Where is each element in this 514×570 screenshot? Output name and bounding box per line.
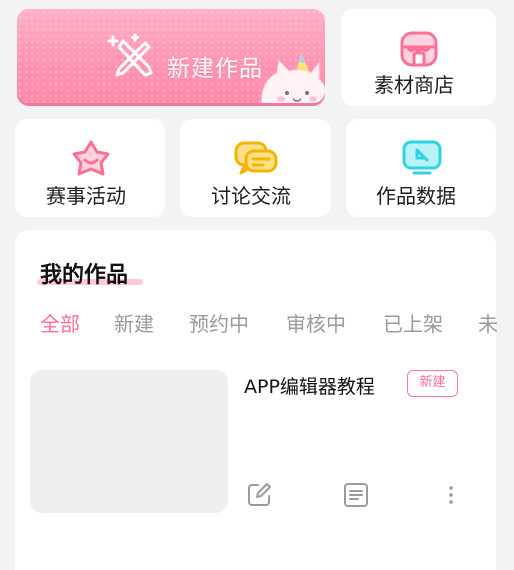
chat-bubbles-icon	[234, 141, 278, 175]
discussion-label: 讨论交流	[211, 184, 291, 208]
work-title[interactable]: APP编辑器教程	[244, 372, 375, 399]
tab-reserved[interactable]: 预约中	[189, 308, 249, 337]
tab-reviewing[interactable]: 审核中	[286, 308, 346, 337]
status-badge: 新建	[407, 370, 458, 397]
store-icon	[400, 31, 438, 67]
material-store-card[interactable]: 素材商店	[341, 9, 496, 106]
tab-new[interactable]: 新建	[114, 308, 154, 337]
new-work-label: 新建作品	[167, 56, 263, 82]
tab-listed[interactable]: 已上架	[383, 308, 443, 337]
new-work-card[interactable]: 新建作品	[17, 9, 325, 103]
material-store-label: 素材商店	[374, 73, 454, 97]
work-data-label: 作品数据	[376, 184, 456, 208]
pencil-ruler-icon	[107, 33, 153, 77]
events-card[interactable]: 赛事活动	[15, 119, 165, 217]
my-works-title: 我的作品	[40, 263, 129, 288]
events-label: 赛事活动	[46, 184, 126, 208]
tab-more[interactable]: 未	[478, 308, 498, 337]
work-data-card[interactable]: 作品数据	[346, 119, 496, 217]
more-options-icon[interactable]	[437, 481, 465, 509]
monitor-data-icon	[402, 140, 442, 175]
tab-all[interactable]: 全部	[40, 308, 80, 337]
cat-mascot-icon	[261, 53, 325, 103]
star-crown-icon	[72, 140, 110, 176]
edit-icon[interactable]	[245, 481, 273, 509]
work-thumbnail[interactable]	[30, 370, 228, 513]
discussion-card[interactable]: 讨论交流	[180, 119, 331, 217]
document-icon[interactable]	[342, 481, 370, 509]
